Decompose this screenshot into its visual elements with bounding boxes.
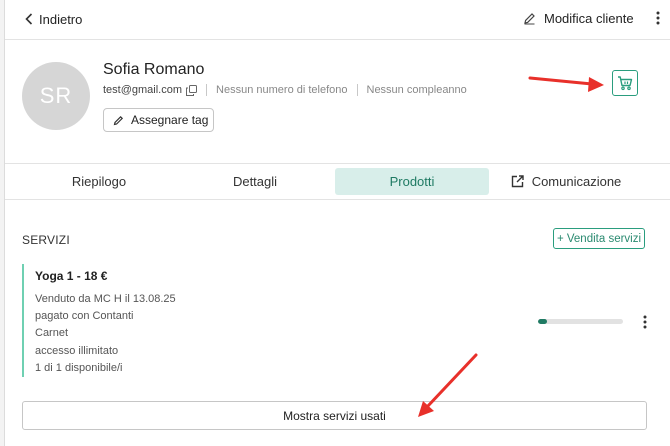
service-access: accesso illimitato xyxy=(35,345,119,357)
tab-prodotti[interactable]: Prodotti xyxy=(335,168,489,195)
edit-customer-button[interactable]: Modifica cliente xyxy=(523,9,634,27)
service-title: Yoga 1 - 18 € xyxy=(35,269,108,283)
service-usage-progress xyxy=(538,319,623,324)
customer-birthday: Nessun compleanno xyxy=(366,84,467,96)
service-payment: pagato con Contanti xyxy=(35,310,134,322)
tab-bar: Riepilogo Dettagli Prodotti Comunicazion… xyxy=(5,163,670,200)
cart-button[interactable] xyxy=(612,70,638,96)
external-link-icon xyxy=(511,175,524,188)
pencil-icon xyxy=(113,115,124,125)
back-label: Indietro xyxy=(39,11,83,27)
service-card[interactable]: Yoga 1 - 18 € Venduto da MC H il 13.08.2… xyxy=(22,264,650,377)
kebab-icon xyxy=(656,11,660,25)
service-sold-by: Venduto da MC H il 13.08.25 xyxy=(35,293,176,305)
divider xyxy=(206,84,208,96)
avatar-initials: SR xyxy=(39,83,73,108)
assign-tag-button[interactable]: Assegnare tag xyxy=(103,108,214,132)
kebab-icon xyxy=(643,315,647,329)
page: Indietro Modifica cliente SR Sofia Roman… xyxy=(0,0,670,446)
tab-label: Dettagli xyxy=(232,174,278,189)
service-type: Carnet xyxy=(35,327,69,339)
customer-contact-info: test@gmail.com Nessun numero di telefono… xyxy=(103,83,467,97)
chevron-left-icon xyxy=(25,13,33,25)
customer-phone: Nessun numero di telefono xyxy=(216,84,348,96)
tab-label: Riepilogo xyxy=(71,174,127,189)
customer-name: Sofia Romano xyxy=(103,61,205,78)
tab-label: Prodotti xyxy=(389,174,435,189)
service-availability: 1 di 1 disponibile/i xyxy=(35,362,123,374)
assign-tag-label: Assegnare tag xyxy=(131,113,209,127)
more-options-button[interactable] xyxy=(652,9,664,27)
copy-email-button[interactable] xyxy=(186,84,198,96)
customer-email: test@gmail.com xyxy=(103,84,183,96)
tab-riepilogo[interactable]: Riepilogo xyxy=(13,168,185,195)
pencil-icon xyxy=(524,12,535,24)
tab-dettagli[interactable]: Dettagli xyxy=(173,168,337,195)
progress-fill xyxy=(538,319,547,324)
show-used-services-button[interactable]: Mostra servizi usati xyxy=(22,401,647,430)
sell-services-button[interactable]: + Vendita servizi xyxy=(553,228,645,249)
customer-panel: Indietro Modifica cliente SR Sofia Roman… xyxy=(4,0,670,446)
avatar: SR xyxy=(22,62,90,130)
tab-label: Comunicazione xyxy=(531,174,622,189)
cart-icon xyxy=(618,76,633,91)
edit-customer-label: Modifica cliente xyxy=(544,10,634,26)
back-button[interactable]: Indietro xyxy=(25,10,82,28)
copy-icon xyxy=(186,84,198,96)
top-bar: Indietro Modifica cliente xyxy=(5,0,670,40)
service-more-button[interactable] xyxy=(640,314,650,330)
divider xyxy=(356,84,358,96)
services-section-title: SERVIZI xyxy=(22,233,70,247)
tab-comunicazione[interactable]: Comunicazione xyxy=(501,168,631,195)
